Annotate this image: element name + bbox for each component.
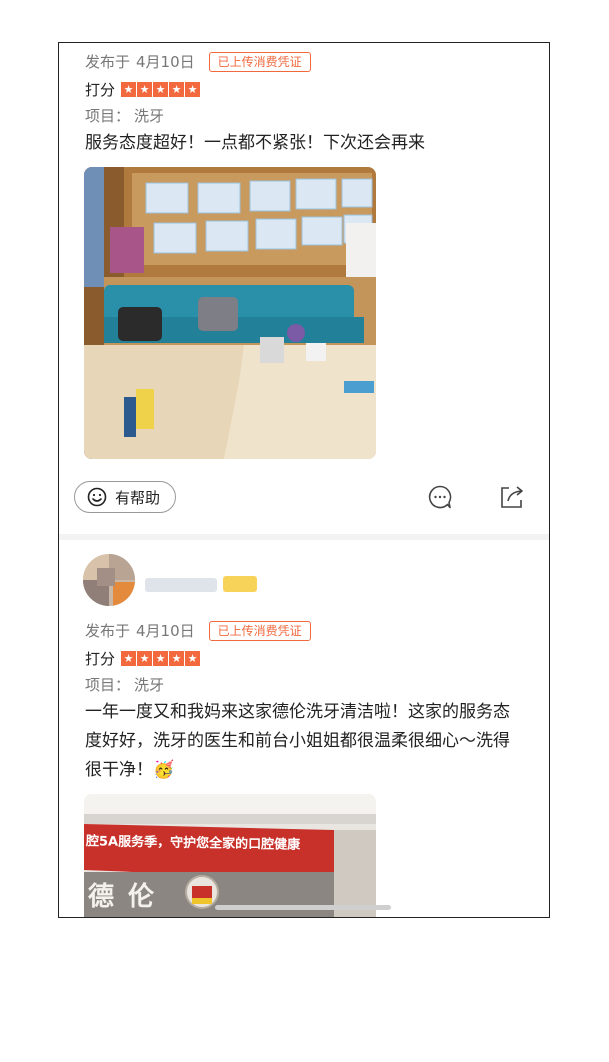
photo-logo-text: 德伦 bbox=[88, 882, 169, 912]
photo-banner-text: 腔5A服务季，守护您全家的口腔健康 bbox=[86, 834, 301, 853]
share-icon[interactable] bbox=[499, 484, 525, 510]
review-list[interactable]: 发布于 4月10日 已上传消费凭证 打分 ★ ★ ★ ★ ★ 项目： 洗牙 服务态… bbox=[58, 42, 550, 918]
helpful-button[interactable]: 有帮助 bbox=[74, 481, 176, 513]
star-icon: ★ bbox=[185, 651, 201, 666]
waiting-room-photo bbox=[84, 167, 376, 459]
helpful-label: 有帮助 bbox=[115, 488, 161, 507]
project-row: 项目： 洗牙 bbox=[85, 105, 164, 126]
review-meta: 发布于 4月10日 已上传消费凭证 bbox=[85, 620, 311, 641]
project-label: 项目： bbox=[85, 676, 131, 694]
review-text: 服务态度超好！一点都不紧张！下次还会再来 bbox=[85, 133, 425, 153]
date-prefix: 发布于 bbox=[85, 53, 131, 71]
rating-row: 打分 ★ ★ ★ ★ ★ bbox=[85, 79, 201, 100]
comment-icon[interactable] bbox=[427, 484, 453, 510]
project-row: 项目： 洗牙 bbox=[85, 674, 164, 695]
star-icon: ★ bbox=[121, 82, 137, 97]
project-value: 洗牙 bbox=[134, 676, 165, 694]
scrollbar[interactable] bbox=[215, 905, 391, 910]
review-card: 发布于 4月10日 已上传消费凭证 打分 ★ ★ ★ ★ ★ 项目： 洗牙 一年一… bbox=[59, 540, 549, 917]
star-icon: ★ bbox=[185, 82, 201, 97]
star-icon: ★ bbox=[121, 651, 137, 666]
star-icon: ★ bbox=[137, 651, 153, 666]
review-text: 一年一度又和我妈来这家德伦洗牙清洁啦！这家的服务态度好好，洗牙的医生和前台小姐姐… bbox=[85, 702, 510, 780]
rating-label: 打分 bbox=[85, 650, 116, 668]
blurred-avatar-image bbox=[83, 554, 135, 606]
review-date: 4月10日 bbox=[136, 53, 195, 71]
user-level-badge bbox=[223, 576, 257, 592]
review-meta: 发布于 4月10日 已上传消费凭证 bbox=[85, 51, 311, 72]
review-date: 4月10日 bbox=[136, 622, 195, 640]
review-card: 发布于 4月10日 已上传消费凭证 打分 ★ ★ ★ ★ ★ 项目： 洗牙 服务态… bbox=[59, 43, 549, 535]
star-icon: ★ bbox=[153, 82, 169, 97]
star-icon: ★ bbox=[137, 82, 153, 97]
receipt-badge: 已上传消费凭证 bbox=[208, 620, 311, 641]
project-value: 洗牙 bbox=[134, 107, 165, 125]
project-label: 项目： bbox=[85, 107, 131, 125]
star-icon: ★ bbox=[169, 651, 185, 666]
star-rating: ★ ★ ★ ★ ★ bbox=[121, 651, 201, 666]
smile-icon bbox=[87, 487, 107, 507]
rating-row: 打分 ★ ★ ★ ★ ★ bbox=[85, 648, 201, 669]
avatar[interactable] bbox=[83, 554, 135, 606]
review-photo[interactable] bbox=[84, 167, 376, 459]
rating-label: 打分 bbox=[85, 81, 116, 99]
star-icon: ★ bbox=[153, 651, 169, 666]
star-rating: ★ ★ ★ ★ ★ bbox=[121, 82, 201, 97]
date-prefix: 发布于 bbox=[85, 622, 131, 640]
star-icon: ★ bbox=[169, 82, 185, 97]
receipt-badge: 已上传消费凭证 bbox=[208, 51, 311, 72]
review-photo[interactable]: 腔5A服务季，守护您全家的口腔健康 德伦 bbox=[84, 794, 376, 917]
username-blurred[interactable] bbox=[145, 578, 217, 592]
